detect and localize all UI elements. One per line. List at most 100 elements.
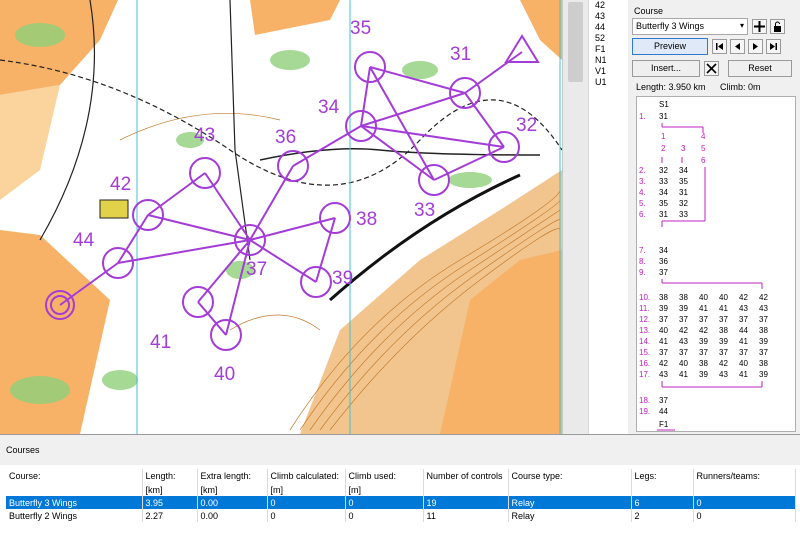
first-button[interactable] <box>712 39 727 54</box>
add-course-button[interactable] <box>752 19 767 34</box>
control-code-item[interactable]: 52 <box>595 33 628 44</box>
table-row[interactable]: Butterfly 3 Wings 3.95 0.00 0 0 19 Relay… <box>6 496 796 509</box>
control-code-item[interactable]: U1 <box>595 77 628 88</box>
branch-label: 5 <box>701 144 706 153</box>
control-code-list[interactable]: 42 43 44 52 F1 N1 V1 U1 <box>588 0 628 434</box>
courses-panel: Courses Course: Length: Extra length: Cl… <box>0 434 800 539</box>
leg-code: 37 <box>679 348 688 357</box>
leg-code: 42 <box>719 359 728 368</box>
plus-icon <box>754 21 765 32</box>
column-header[interactable]: Extra length: <box>197 469 268 483</box>
table-header-row: Course: Length: Extra length: Climb calc… <box>6 469 796 483</box>
control-code-item[interactable]: F1 <box>595 44 628 55</box>
column-unit <box>508 483 632 496</box>
table-cell[interactable]: 0 <box>693 496 796 509</box>
column-header[interactable]: Course: <box>6 469 143 483</box>
branch-label: 3 <box>681 144 686 153</box>
lock-icon <box>774 21 781 32</box>
control-code-item[interactable]: 42 <box>595 0 628 11</box>
leg-code: 40 <box>719 293 728 302</box>
table-cell[interactable]: 0 <box>267 509 346 522</box>
leg-code: 37 <box>759 315 768 324</box>
leg-code: 37 <box>719 348 728 357</box>
table-cell[interactable]: 0.00 <box>197 496 268 509</box>
leg-number: 8. <box>639 257 646 266</box>
leg-code: 39 <box>759 370 768 379</box>
course-panel: Course Butterfly 3 Wings ▾ Preview Inser… <box>628 0 800 434</box>
insert-button[interactable]: Insert... <box>632 60 700 77</box>
control-code-item[interactable]: 44 <box>595 22 628 33</box>
leg-number: 14. <box>639 337 650 346</box>
control-number: 40 <box>214 364 235 385</box>
column-header[interactable]: Climb calculated: <box>267 469 346 483</box>
table-cell[interactable]: 11 <box>423 509 509 522</box>
orienteering-map[interactable]: 31 32 33 34 35 36 37 38 39 40 41 42 43 4… <box>0 0 562 434</box>
column-header[interactable]: Length: <box>142 469 198 483</box>
table-cell[interactable]: 0 <box>345 496 424 509</box>
column-unit <box>693 483 796 496</box>
next-button[interactable] <box>748 39 763 54</box>
control-code-item[interactable]: N1 <box>595 55 628 66</box>
control-code-item[interactable]: 43 <box>595 11 628 22</box>
leg-code: 39 <box>659 304 668 313</box>
skip-last-icon <box>770 43 777 50</box>
column-header[interactable]: Number of controls <box>423 469 509 483</box>
table-cell[interactable]: 3.95 <box>142 496 198 509</box>
control-number: 38 <box>356 209 377 230</box>
leg-code: 37 <box>659 315 668 324</box>
table-cell[interactable]: 2 <box>631 509 694 522</box>
leg-number: 4. <box>639 188 646 197</box>
leg-code: 37 <box>699 315 708 324</box>
leg-number: 13. <box>639 326 650 335</box>
table-row[interactable]: Butterfly 2 Wings 2.27 0.00 0 0 11 Relay… <box>6 509 796 522</box>
control-number: 41 <box>150 332 171 353</box>
table-cell[interactable]: 2.27 <box>142 509 198 522</box>
leg-number: 9. <box>639 268 646 277</box>
leg-code: 34 <box>659 188 668 197</box>
control-number: 35 <box>350 18 371 39</box>
previous-button[interactable] <box>730 39 745 54</box>
leg-number: 6. <box>639 210 646 219</box>
leg-diagram: S11. 312. 32 343. 33 354. 34 315. 35 326. 31 337. 34… <box>639 100 768 431</box>
leg-list[interactable]: S1 1. 31 2. 32 34 3. 33 35 4. 34 31 5. 35 32 6. 31 33 7. 34… <box>636 96 796 432</box>
table-cell[interactable]: 19 <box>423 496 509 509</box>
leg-code: 38 <box>759 326 768 335</box>
table-cell[interactable]: 0 <box>267 496 346 509</box>
table-cell[interactable]: Relay <box>508 496 632 509</box>
leg-code: 41 <box>699 304 708 313</box>
column-header[interactable]: Course type: <box>508 469 632 483</box>
table-cell[interactable]: 0 <box>345 509 424 522</box>
preview-button[interactable]: Preview <box>632 38 708 55</box>
table-cell[interactable]: Relay <box>508 509 632 522</box>
table-cell[interactable]: 0 <box>693 509 796 522</box>
lock-button[interactable] <box>770 19 785 34</box>
leg-code: 39 <box>699 370 708 379</box>
table-cell[interactable]: 6 <box>631 496 694 509</box>
leg-code: 40 <box>739 359 748 368</box>
map-canvas[interactable]: 31 32 33 34 35 36 37 38 39 40 41 42 43 4… <box>0 0 562 434</box>
leg-code: 42 <box>699 326 708 335</box>
leg-code: 40 <box>679 359 688 368</box>
leg-code: 42 <box>739 293 748 302</box>
column-header[interactable]: Runners/teams: <box>693 469 796 483</box>
last-button[interactable] <box>766 39 781 54</box>
course-length: Length: 3.950 km <box>636 82 706 92</box>
control-code-item[interactable]: V1 <box>595 66 628 77</box>
leg-code: 37 <box>659 268 668 277</box>
delete-button[interactable] <box>704 61 719 76</box>
column-header[interactable]: Climb used: <box>345 469 424 483</box>
scrollbar-thumb[interactable] <box>568 2 583 82</box>
map-vertical-scrollbar[interactable] <box>562 0 588 434</box>
table-cell[interactable]: Butterfly 2 Wings <box>6 509 143 522</box>
close-icon <box>706 63 717 74</box>
reset-button[interactable]: Reset <box>728 60 792 77</box>
column-unit <box>6 483 143 496</box>
table-cell[interactable]: Butterfly 3 Wings <box>6 496 143 509</box>
leg-code: 37 <box>659 396 668 405</box>
leg-number: 2. <box>639 166 646 175</box>
leg-number: 19. <box>639 407 650 416</box>
course-select[interactable]: Butterfly 3 Wings ▾ <box>632 18 748 35</box>
leg-code: 39 <box>699 337 708 346</box>
table-cell[interactable]: 0.00 <box>197 509 268 522</box>
column-header[interactable]: Legs: <box>631 469 694 483</box>
